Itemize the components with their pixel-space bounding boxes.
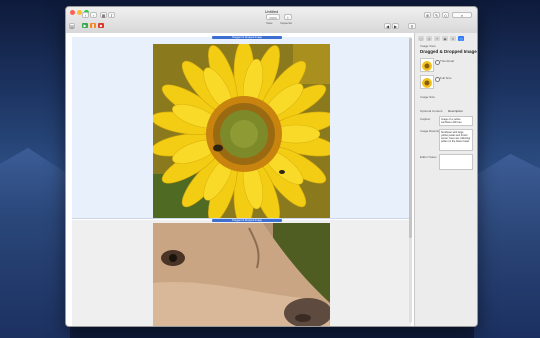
tab-file[interactable]: ▢ <box>418 36 424 41</box>
radio-fullsize-label: Full Size <box>440 76 452 80</box>
tab-history[interactable]: ◷ <box>426 36 432 41</box>
grid-button[interactable]: ▦ <box>100 12 107 18</box>
inspector-label: Inspector <box>280 21 293 25</box>
desktop-dune-left <box>0 147 70 338</box>
pause-icon: ❚ <box>91 23 95 28</box>
document-canvas: Dragged & Dropped Image Dragged & Droppe… <box>66 33 415 326</box>
inspector-toggle[interactable]: i <box>284 14 292 20</box>
grid-icon: ▦ <box>101 12 106 18</box>
tab-image[interactable]: ◫ <box>458 36 464 41</box>
inspector-section-label: Image View <box>420 44 436 48</box>
info-icon: i <box>287 14 289 20</box>
tool-button-1[interactable]: ⊕ <box>424 12 431 18</box>
toolbar: Untitled ‹ › ▦ ⇪ ▤ ▶ ❚ ■ ▭▭ View i Inspe… <box>66 7 477 34</box>
chevron-right-icon: ▶ <box>393 23 398 29</box>
stop-icon: ■ <box>99 23 103 28</box>
chevron-left-icon: ‹ <box>84 12 87 18</box>
description-field[interactable]: Sunflower with large yellow petals and b… <box>439 129 473 151</box>
tab-attributes[interactable]: ≡ <box>450 36 456 41</box>
desktop-dune-right <box>474 153 540 338</box>
radio-thumbnail-label: Thumbnail <box>440 59 455 63</box>
app-window: Untitled ‹ › ▦ ⇪ ▤ ▶ ❚ ■ ▭▭ View i Inspe… <box>65 6 478 327</box>
zoom-out-button[interactable]: ◀ <box>384 23 391 29</box>
file-icon: ▢ <box>419 36 423 41</box>
slider-icon: ≡ <box>452 36 454 41</box>
image-pane-1[interactable]: Dragged & Dropped Image <box>72 36 411 219</box>
tab-identity[interactable]: ▣ <box>442 36 448 41</box>
caption-field[interactable]: Image of a yellow sunflower with bee <box>439 116 473 126</box>
notes-label: Editor Notes <box>420 155 437 159</box>
scrollbar-thumb[interactable] <box>409 38 412 238</box>
tool-icon: ⊕ <box>425 12 430 18</box>
zoom-in-button[interactable]: ▶ <box>392 23 399 29</box>
chevron-left-icon: ◀ <box>385 23 390 29</box>
caption-label: Caption <box>420 117 431 121</box>
dog-image <box>153 223 330 326</box>
chevron-right-icon: › <box>92 12 95 18</box>
image-pane-2[interactable]: Dragged & Dropped Image <box>72 219 411 326</box>
pane-handle[interactable]: Dragged & Dropped Image <box>212 36 282 39</box>
tab-help[interactable]: ? <box>434 36 440 41</box>
sidebar-toggle-button[interactable]: ▤ <box>69 23 75 29</box>
layout-icon: ▭▭ <box>269 14 277 20</box>
image-icon: ◫ <box>459 36 463 41</box>
sunflower-image <box>153 44 330 218</box>
search-field[interactable]: ⌕ <box>452 12 472 18</box>
inspector-title: Dragged & Dropped Image <box>420 49 477 54</box>
play-icon: ▶ <box>83 23 87 28</box>
optional-content-label: Optional Content <box>420 109 443 113</box>
share-icon: ⇪ <box>109 12 114 18</box>
notes-field[interactable] <box>439 154 473 170</box>
image-size-label: Image Size <box>420 95 436 99</box>
tool-button-3[interactable]: ◇ <box>442 12 449 18</box>
pane-handle[interactable]: Dragged & Dropped Image <box>212 219 282 222</box>
option-popup[interactable]: Description <box>448 109 463 113</box>
share-button[interactable]: ⇪ <box>108 12 115 18</box>
zoom-menu[interactable]: ⚲ <box>408 23 416 29</box>
inspector-panel: ▢ ◷ ? ▣ ≡ ◫ Image View Dragged & Dropped… <box>415 33 477 326</box>
clock-icon: ◷ <box>427 36 431 41</box>
inspector-tabs: ▢ ◷ ? ▣ ≡ ◫ <box>418 36 474 42</box>
back-button[interactable]: ‹ <box>82 12 89 18</box>
view-toggle[interactable]: ▭▭ <box>266 14 280 20</box>
view-label: View <box>266 21 273 25</box>
fullsize-preview[interactable] <box>420 75 434 89</box>
pause-button[interactable]: ❚ <box>90 23 96 28</box>
help-icon: ? <box>436 36 438 41</box>
pen-icon: ✎ <box>434 12 439 18</box>
forward-button[interactable]: › <box>90 12 97 18</box>
stop-button[interactable]: ■ <box>98 23 104 28</box>
search-icon: ⌕ <box>460 12 464 18</box>
run-button[interactable]: ▶ <box>82 23 88 28</box>
sidebar-icon: ▤ <box>70 23 74 29</box>
thumbnail-preview[interactable] <box>420 58 434 72</box>
magnifier-icon: ⚲ <box>410 23 414 29</box>
tool-button-2[interactable]: ✎ <box>433 12 440 18</box>
shape-icon: ◇ <box>443 12 448 18</box>
id-icon: ▣ <box>443 36 447 41</box>
